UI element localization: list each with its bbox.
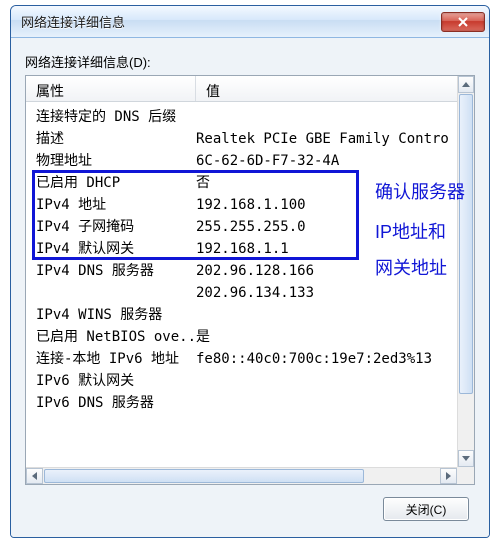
property-cell: IPv4 默认网关: [26, 238, 196, 260]
horizontal-scroll-thumb[interactable]: [44, 469, 364, 483]
property-cell: 连接特定的 DNS 后缀: [26, 106, 196, 128]
chevron-up-icon: [462, 82, 470, 87]
column-header-property[interactable]: 属性: [26, 76, 196, 101]
close-icon: [457, 17, 469, 27]
chevron-down-icon: [462, 456, 470, 461]
dialog-body: 网络连接详细信息(D): 属性 值 连接特定的 DNS 后缀描述Realtek …: [11, 38, 489, 537]
table-row[interactable]: 描述Realtek PCIe GBE Family Contro: [26, 128, 474, 150]
property-cell: 物理地址: [26, 150, 196, 172]
property-cell: 已启用 DHCP: [26, 172, 196, 194]
table-row[interactable]: IPv4 子网掩码255.255.255.0: [26, 216, 474, 238]
value-cell: 6C-62-6D-F7-32-4A: [196, 150, 474, 172]
table-row[interactable]: IPv4 地址192.168.1.100: [26, 194, 474, 216]
table-row[interactable]: 已启用 DHCP否: [26, 172, 474, 194]
value-cell: 192.168.1.1: [196, 238, 474, 260]
scroll-right-button[interactable]: [440, 468, 457, 484]
dialog-window: 网络连接详细信息 网络连接详细信息(D): 属性 值 连接特定的 DNS 后缀描…: [10, 5, 490, 538]
value-cell: 否: [196, 172, 474, 194]
scroll-corner: [457, 467, 474, 484]
window-title: 网络连接详细信息: [21, 12, 441, 31]
table-row[interactable]: IPv4 DNS 服务器202.96.128.166: [26, 260, 474, 282]
value-cell: 192.168.1.100: [196, 194, 474, 216]
horizontal-scrollbar[interactable]: [26, 467, 457, 484]
property-cell: IPv4 WINS 服务器: [26, 304, 196, 326]
value-cell: 202.96.134.133: [196, 282, 474, 304]
value-cell: [196, 304, 474, 326]
property-cell: IPv6 默认网关: [26, 370, 196, 392]
property-cell: 已启用 NetBIOS ove...: [26, 326, 196, 348]
table-row[interactable]: 已启用 NetBIOS ove...是: [26, 326, 474, 348]
table-row[interactable]: 物理地址6C-62-6D-F7-32-4A: [26, 150, 474, 172]
titlebar[interactable]: 网络连接详细信息: [11, 6, 489, 38]
property-cell: IPv4 子网掩码: [26, 216, 196, 238]
value-cell: fe80::40c0:700c:19e7:2ed3%13: [196, 348, 474, 370]
column-header-value[interactable]: 值: [196, 76, 474, 101]
property-cell: 连接-本地 IPv6 地址: [26, 348, 196, 370]
value-cell: 202.96.128.166: [196, 260, 474, 282]
rows-container: 连接特定的 DNS 后缀描述Realtek PCIe GBE Family Co…: [26, 102, 474, 414]
details-listview[interactable]: 属性 值 连接特定的 DNS 后缀描述Realtek PCIe GBE Fami…: [25, 75, 475, 485]
value-cell: [196, 392, 474, 414]
scroll-down-button[interactable]: [458, 450, 474, 467]
property-cell: IPv6 DNS 服务器: [26, 392, 196, 414]
property-cell: IPv4 DNS 服务器: [26, 260, 196, 282]
window-close-button[interactable]: [441, 12, 485, 32]
value-cell: [196, 106, 474, 128]
scroll-left-button[interactable]: [26, 468, 43, 484]
value-cell: 255.255.255.0: [196, 216, 474, 238]
table-row[interactable]: IPv4 默认网关192.168.1.1: [26, 238, 474, 260]
column-header-row: 属性 值: [26, 76, 474, 102]
chevron-left-icon: [32, 472, 37, 480]
table-row[interactable]: 连接特定的 DNS 后缀: [26, 106, 474, 128]
property-cell: [26, 282, 196, 304]
table-row[interactable]: 连接-本地 IPv6 地址fe80::40c0:700c:19e7:2ed3%1…: [26, 348, 474, 370]
table-row[interactable]: IPv6 默认网关: [26, 370, 474, 392]
table-row[interactable]: 202.96.134.133: [26, 282, 474, 304]
dialog-footer: 关闭(C): [25, 485, 475, 527]
scroll-up-button[interactable]: [458, 76, 474, 93]
property-cell: IPv4 地址: [26, 194, 196, 216]
value-cell: Realtek PCIe GBE Family Contro: [196, 128, 474, 150]
value-cell: [196, 370, 474, 392]
table-row[interactable]: IPv4 WINS 服务器: [26, 304, 474, 326]
table-row[interactable]: IPv6 DNS 服务器: [26, 392, 474, 414]
chevron-right-icon: [446, 472, 451, 480]
value-cell: 是: [196, 326, 474, 348]
group-label: 网络连接详细信息(D):: [25, 52, 475, 71]
close-button[interactable]: 关闭(C): [383, 497, 469, 521]
property-cell: 描述: [26, 128, 196, 150]
vertical-scrollbar[interactable]: [457, 76, 474, 484]
vertical-scroll-thumb[interactable]: [459, 94, 473, 394]
